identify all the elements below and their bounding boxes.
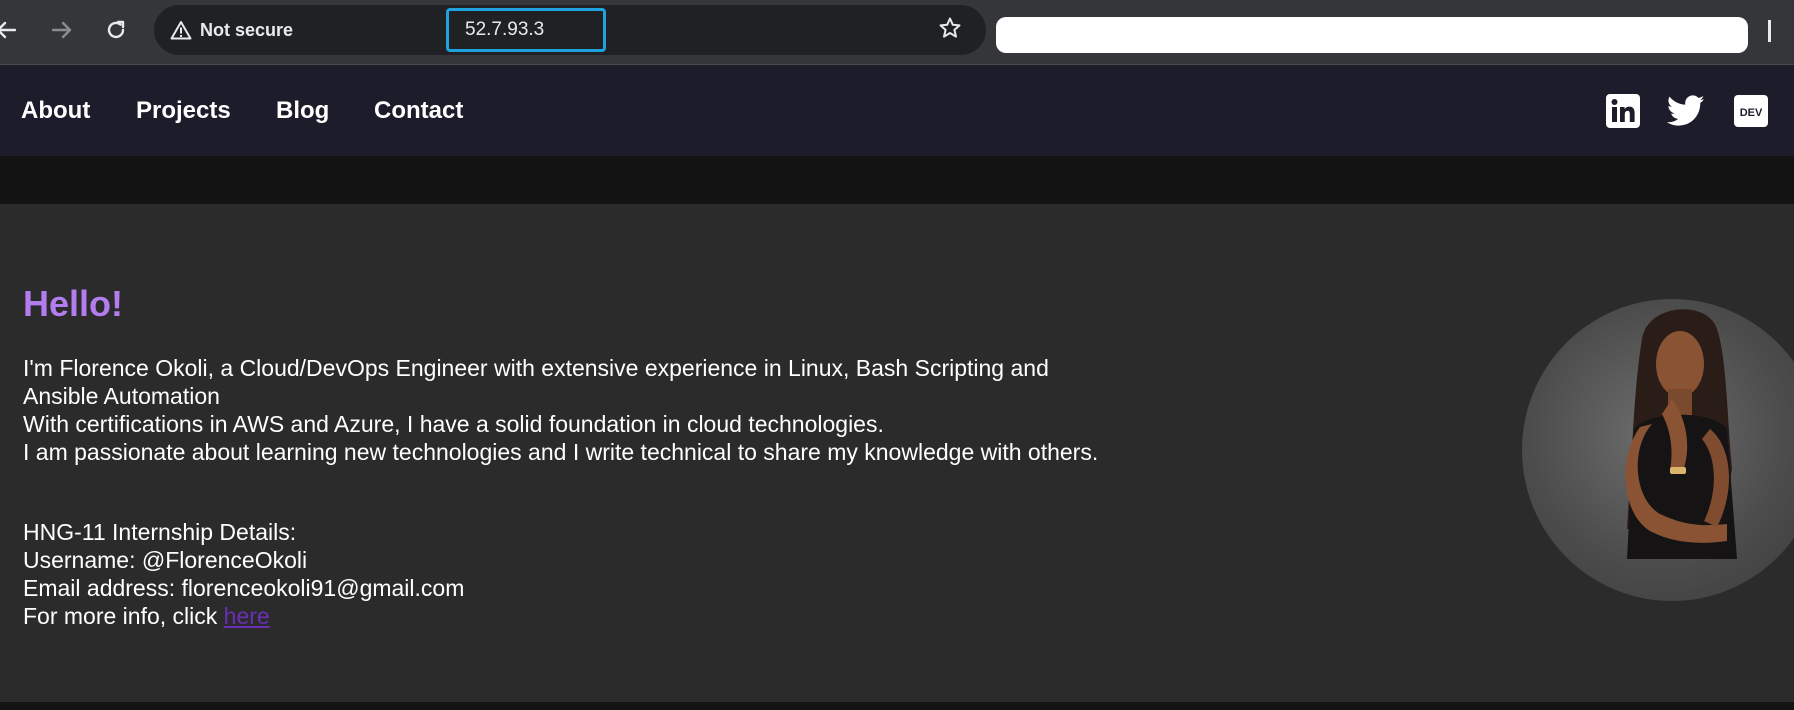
intro-text: I'm Florence Okoli, a Cloud/DevOps Engin… bbox=[23, 354, 1103, 466]
details-more-info: For more info, click here bbox=[23, 602, 1103, 630]
more-info-link[interactable]: here bbox=[224, 603, 270, 629]
header-band bbox=[0, 156, 1794, 204]
bookmark-button[interactable] bbox=[934, 12, 966, 44]
twitter-link[interactable] bbox=[1666, 93, 1706, 129]
toolbar-divider bbox=[1768, 20, 1771, 42]
browser-toolbar: 52.7.93.3 Not secure bbox=[0, 0, 1794, 65]
details-title: HNG-11 Internship Details: bbox=[23, 519, 297, 545]
reload-button[interactable] bbox=[96, 10, 136, 50]
forward-button[interactable] bbox=[42, 10, 82, 50]
security-label: Not secure bbox=[200, 19, 294, 40]
back-arrow-icon bbox=[0, 21, 17, 39]
intro-line-2: With certifications in AWS and Azure, I … bbox=[23, 411, 884, 437]
intro-line-3: I am passionate about learning new techn… bbox=[23, 439, 1099, 465]
linkedin-icon bbox=[1606, 94, 1640, 128]
details-username: Username: @FlorenceOkoli bbox=[23, 547, 308, 573]
warning-triangle-icon bbox=[170, 21, 192, 40]
internship-details: HNG-11 Internship Details: Username: @Fl… bbox=[23, 518, 1103, 630]
site-nav: About Projects Blog Contact DEV bbox=[0, 65, 1794, 156]
nav-link-blog[interactable]: Blog bbox=[276, 65, 329, 156]
star-icon bbox=[939, 17, 961, 38]
reload-icon bbox=[107, 20, 125, 39]
security-chip[interactable]: Not secure bbox=[170, 14, 293, 46]
dev-label: DEV bbox=[1740, 107, 1763, 119]
intro-line-1: I'm Florence Okoli, a Cloud/DevOps Engin… bbox=[23, 355, 1049, 409]
hero-heading: Hello! bbox=[23, 283, 124, 324]
nav-link-contact[interactable]: Contact bbox=[374, 65, 463, 156]
url-field[interactable]: 52.7.93.3 bbox=[446, 8, 606, 52]
forward-arrow-icon bbox=[51, 21, 72, 39]
linkedin-link[interactable] bbox=[1605, 93, 1641, 129]
nav-link-projects[interactable]: Projects bbox=[136, 65, 231, 156]
url-text: 52.7.93.3 bbox=[465, 19, 545, 40]
nav-link-about[interactable]: About bbox=[21, 65, 90, 156]
back-button[interactable] bbox=[0, 10, 26, 50]
dev-icon: DEV bbox=[1734, 95, 1768, 127]
bottom-bar bbox=[0, 702, 1794, 710]
more-info-prefix: For more info, click bbox=[23, 603, 224, 629]
twitter-icon bbox=[1667, 95, 1705, 126]
toolbar-input-field[interactable] bbox=[996, 17, 1748, 53]
details-email: Email address: florenceokoli91@gmail.com bbox=[23, 575, 465, 601]
dev-link[interactable]: DEV bbox=[1733, 93, 1769, 129]
